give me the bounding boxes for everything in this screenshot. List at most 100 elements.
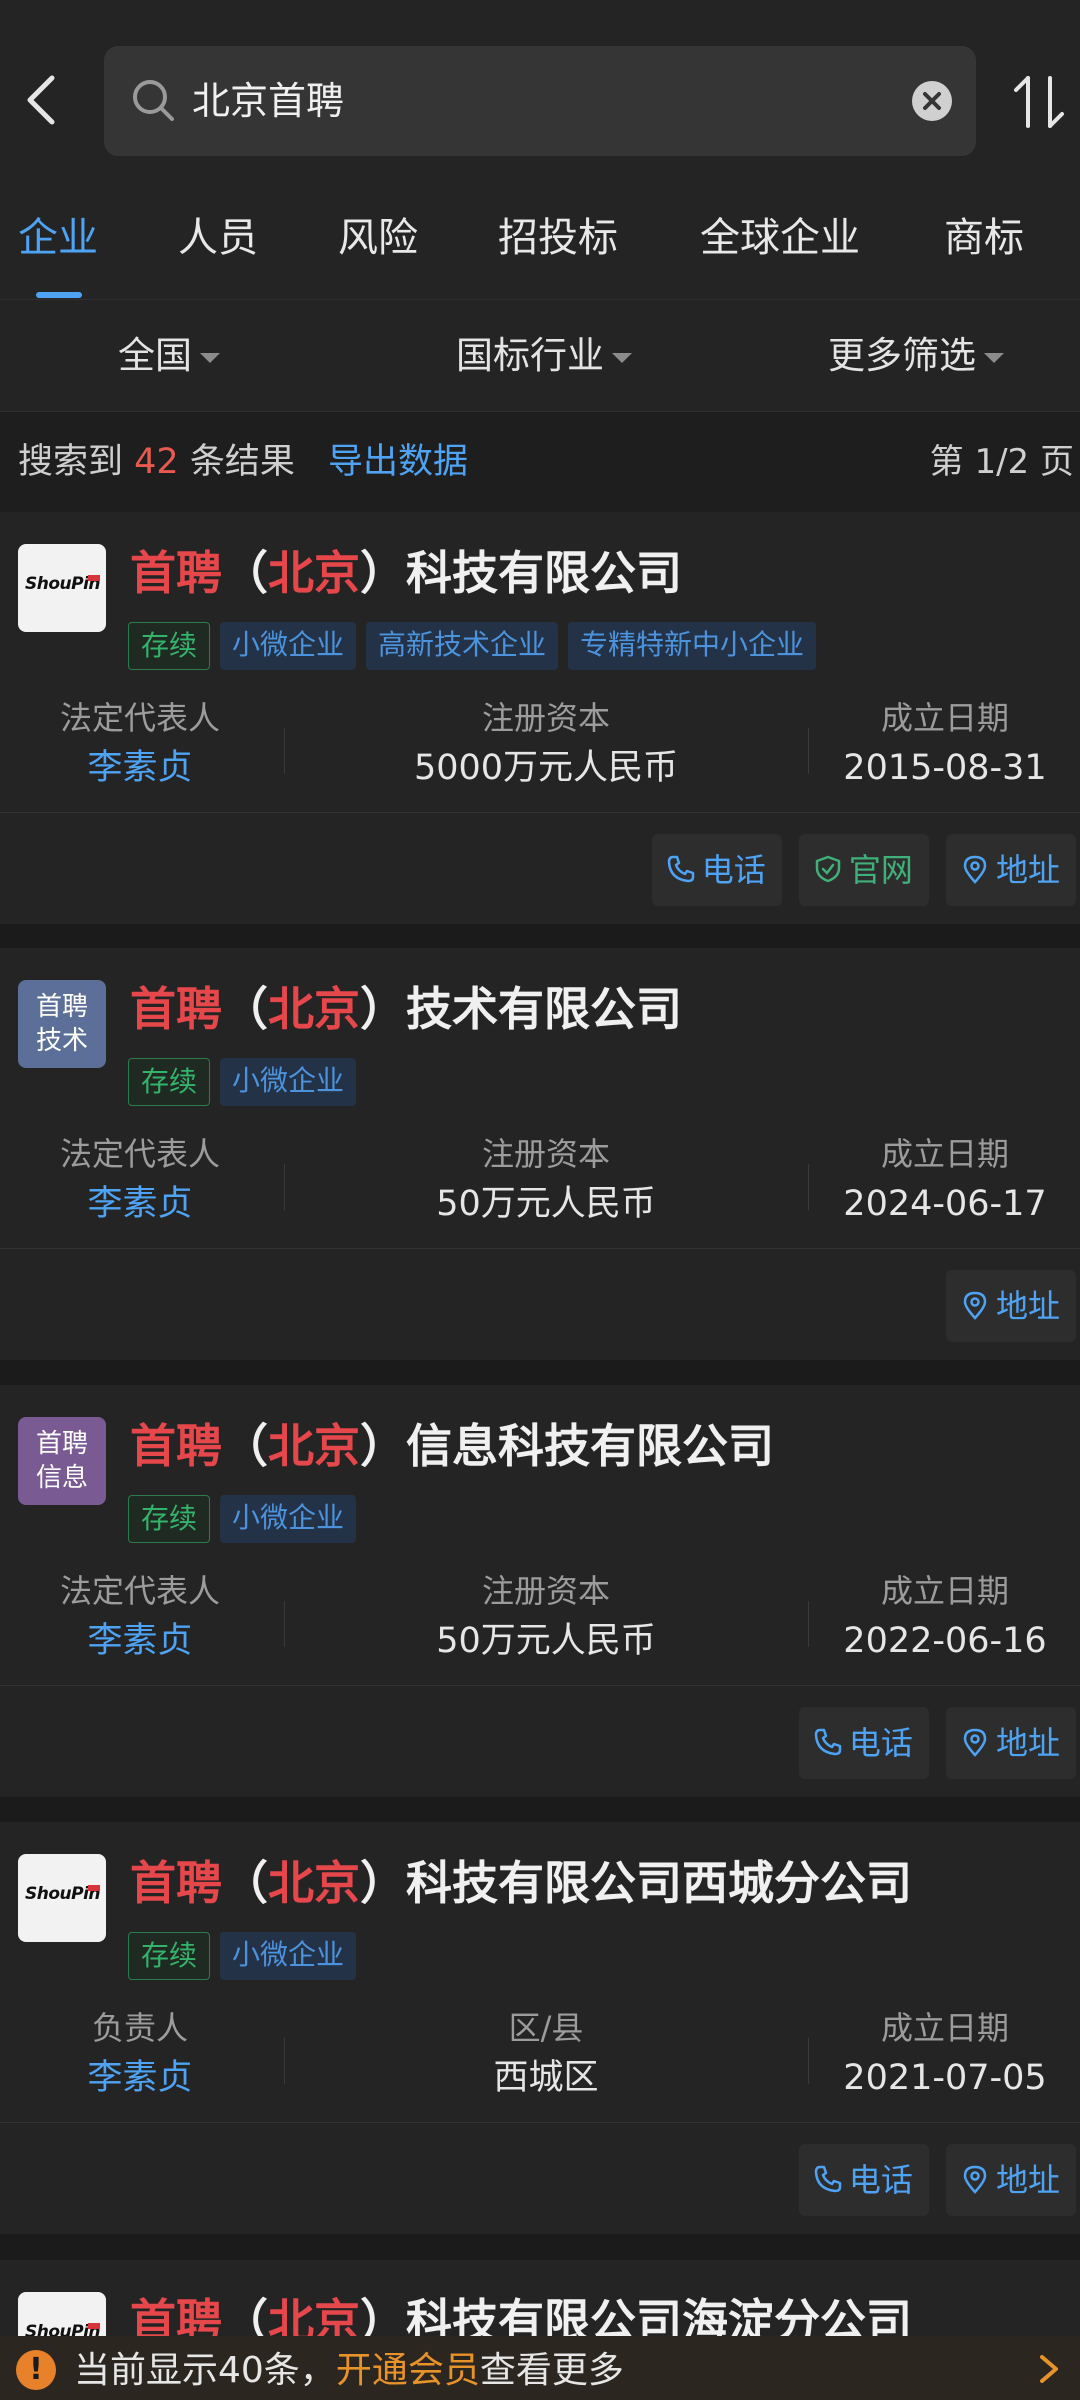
banner-suffix: 查看更多 <box>479 2350 624 2391</box>
tag-list: 存续 小微企业 <box>128 1932 366 1982</box>
sort-icon[interactable] <box>1010 70 1070 134</box>
col-label: 成立日期 <box>880 1572 1009 1610</box>
membership-banner[interactable]: ! 当前显示40条，开通会员查看更多 <box>0 2336 1080 2400</box>
address-button[interactable]: 地址 <box>945 834 1076 906</box>
action-label: 地址 <box>995 1287 1060 1325</box>
action-label: 电话 <box>848 2161 913 2199</box>
name-highlight: 北京 <box>268 1419 360 1473</box>
company-card[interactable]: ShouPin 首聘（北京）科技有限公司西城分公司 存续 小微企业 负责人 李素贞 … <box>0 1822 1080 2234</box>
address-button[interactable]: 地址 <box>945 1270 1076 1342</box>
search-header: 北京首聘 <box>0 0 1080 176</box>
clear-icon[interactable] <box>912 81 952 121</box>
action-row: 电话 官网 地址 <box>640 834 1076 906</box>
action-label: 地址 <box>995 851 1060 889</box>
company-logo: ShouPin <box>18 1854 106 1942</box>
website-button[interactable]: 官网 <box>798 834 929 906</box>
company-info: 法定代表人 李素贞 注册资本 50万元人民币 成立日期 2022-06-16 <box>0 1569 1080 1679</box>
phone-button[interactable]: 电话 <box>651 834 782 906</box>
col-label: 法定代表人 <box>59 1572 220 1610</box>
logo-line: 技术 <box>35 1026 88 1056</box>
manager-link[interactable]: 李素贞 <box>0 2050 280 2106</box>
col-value: 50万元人民币 <box>436 1621 656 1661</box>
caret-down-icon <box>984 352 1004 363</box>
col-value: 2021-07-05 <box>843 2058 1047 2098</box>
company-card[interactable]: 首聘 技术 首聘（北京）技术有限公司 存续 小微企业 法定代表人 李素贞 注册资本 50… <box>0 948 1080 1360</box>
name-bracket: ） <box>360 546 406 600</box>
page-indicator: 第 1/2 页 <box>929 442 1074 482</box>
founded-col: 成立日期 2024-06-17 <box>810 1132 1080 1242</box>
col-label: 成立日期 <box>880 2009 1009 2047</box>
legal-rep-col: 法定代表人 李素贞 <box>0 1569 280 1679</box>
tag: 高新技术企业 <box>366 622 559 670</box>
search-bar[interactable]: 北京首聘 <box>104 46 976 156</box>
phone-button[interactable]: 电话 <box>798 1707 929 1779</box>
action-label: 地址 <box>995 1724 1060 1762</box>
filter-industry[interactable]: 国标行业 <box>456 300 632 412</box>
col-label: 注册资本 <box>481 1572 610 1610</box>
filter-region[interactable]: 全国 <box>118 300 220 412</box>
divider <box>0 2122 1080 2123</box>
district-col: 区/县 西城区 <box>286 2006 806 2116</box>
company-info: 负责人 李素贞 区/县 西城区 成立日期 2021-07-05 <box>0 2006 1080 2116</box>
divider <box>0 1248 1080 1249</box>
caret-down-icon <box>200 352 220 363</box>
name-highlight: 北京 <box>268 982 360 1036</box>
filter-more-label: 更多筛选 <box>828 334 976 377</box>
action-row: 地址 <box>934 1270 1076 1342</box>
arrow-right-icon[interactable] <box>1032 2352 1066 2386</box>
logo-mark <box>88 1885 100 1891</box>
banner-prefix: 当前显示40条， <box>74 2350 336 2391</box>
results-count: 42 <box>134 442 179 482</box>
location-pin-icon <box>963 2165 987 2194</box>
name-highlight: 首聘 <box>130 1419 222 1473</box>
back-button[interactable] <box>22 70 62 130</box>
company-card[interactable]: ShouPin 首聘（北京）科技有限公司 存续 小微企业 高新技术企业 专精特新中小企… <box>0 512 1080 924</box>
search-input[interactable]: 北京首聘 <box>192 46 344 156</box>
company-name[interactable]: 首聘（北京）科技有限公司西城分公司 <box>130 1852 912 1914</box>
company-name[interactable]: 首聘（北京）技术有限公司 <box>130 978 682 1040</box>
company-card[interactable]: 首聘 信息 首聘（北京）信息科技有限公司 存续 小微企业 法定代表人 李素贞 注册资本… <box>0 1385 1080 1797</box>
capital-col: 注册资本 5000万元人民币 <box>286 696 806 806</box>
location-pin-icon <box>963 1291 987 1320</box>
col-label: 法定代表人 <box>59 699 220 737</box>
search-icon <box>130 77 178 125</box>
legal-rep-col: 法定代表人 李素贞 <box>0 696 280 806</box>
name-bracket: （ <box>222 982 268 1036</box>
action-label: 地址 <box>995 2161 1060 2199</box>
tab-enterprise[interactable]: 企业 <box>18 176 98 300</box>
shield-check-icon <box>815 855 841 883</box>
col-value: 2024-06-17 <box>843 1184 1047 1224</box>
company-name[interactable]: 首聘（北京）信息科技有限公司 <box>130 1415 774 1477</box>
capital-col: 注册资本 50万元人民币 <box>286 1569 806 1679</box>
open-vip-link[interactable]: 开通会员 <box>336 2350 480 2391</box>
tab-risk[interactable]: 风险 <box>338 176 418 300</box>
address-button[interactable]: 地址 <box>945 1707 1076 1779</box>
name-bracket: ） <box>360 982 406 1036</box>
name-highlight: 首聘 <box>130 982 222 1036</box>
tab-trademark[interactable]: 商标 <box>944 176 1024 300</box>
tab-bidding[interactable]: 招投标 <box>498 176 618 300</box>
capital-col: 注册资本 50万元人民币 <box>286 1132 806 1242</box>
col-value: 2022-06-16 <box>843 1621 1047 1661</box>
company-name[interactable]: 首聘（北京）科技有限公司 <box>130 542 682 604</box>
phone-icon <box>667 855 695 883</box>
tag: 小微企业 <box>220 1058 357 1106</box>
address-button[interactable]: 地址 <box>945 2144 1076 2216</box>
tab-people[interactable]: 人员 <box>178 176 258 300</box>
col-label: 法定代表人 <box>59 1135 220 1173</box>
tab-global-enterprise[interactable]: 全球企业 <box>700 176 860 300</box>
legal-rep-link[interactable]: 李素贞 <box>0 740 280 796</box>
action-row: 电话 地址 <box>787 2144 1076 2216</box>
legal-rep-link[interactable]: 李素贞 <box>0 1613 280 1669</box>
legal-rep-link[interactable]: 李素贞 <box>0 1176 280 1232</box>
col-label: 区/县 <box>508 2009 584 2047</box>
divider <box>808 728 809 774</box>
founded-col: 成立日期 2015-08-31 <box>810 696 1080 806</box>
location-pin-icon <box>963 855 987 884</box>
name-rest: 技术有限公司 <box>406 982 682 1036</box>
status-badge: 存续 <box>128 622 211 670</box>
filter-more[interactable]: 更多筛选 <box>828 300 1004 412</box>
company-logo: 首聘 技术 <box>18 980 106 1068</box>
phone-button[interactable]: 电话 <box>798 2144 929 2216</box>
export-data-link[interactable]: 导出数据 <box>328 442 468 482</box>
